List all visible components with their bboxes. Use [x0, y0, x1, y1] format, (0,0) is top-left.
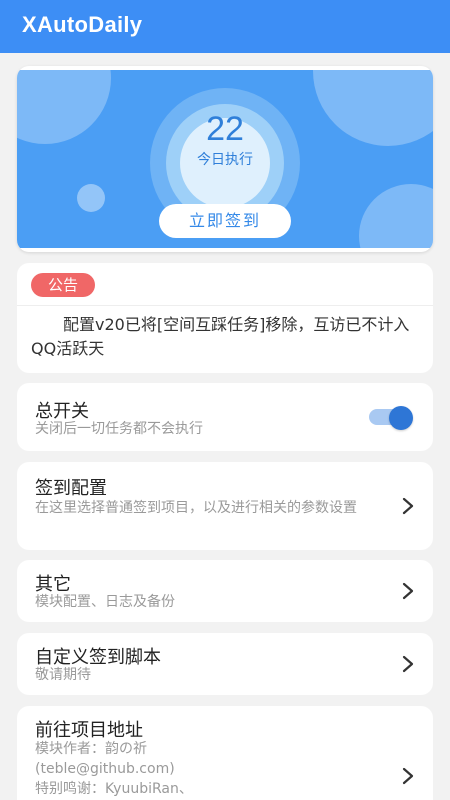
menu-item-custom-script[interactable]: 自定义签到脚本 敬请期待 [17, 633, 433, 695]
chevron-right-icon [402, 497, 414, 515]
menu-item-subtitle: 模块作者：韵の祈 (teble@github.com) 特别鸣谢：KyuubiR… [35, 741, 193, 797]
checkin-card: 22 今日执行 立即签到 [17, 66, 433, 252]
app-title: XAutoDaily [22, 12, 143, 37]
master-switch-card[interactable]: 总开关 关闭后一切任务都不会执行 [17, 383, 433, 451]
menu-item-subtitle: 敬请期待 [35, 667, 91, 683]
decor-bubble [313, 70, 433, 146]
chevron-right-icon [402, 655, 414, 673]
menu-item-subtitle: 在这里选择普通签到项目，以及进行相关的参数设置 [35, 500, 357, 516]
menu-item-project-url[interactable]: 前往项目地址 模块作者：韵の祈 (teble@github.com) 特别鸣谢：… [17, 706, 433, 800]
app-bar: XAutoDaily [0, 0, 450, 53]
notice-badge: 公告 [31, 273, 95, 297]
divider [17, 305, 433, 306]
daily-run-count: 22 [206, 110, 244, 148]
notice-text: 配置v20已将[空间互踩任务]移除，互访已不计入QQ活跃天 [31, 315, 410, 358]
master-switch-subtitle: 关闭后一切任务都不会执行 [35, 421, 203, 437]
chevron-right-icon [402, 582, 414, 600]
menu-item-other[interactable]: 其它 模块配置、日志及备份 [17, 560, 433, 622]
checkin-now-button[interactable]: 立即签到 [159, 204, 291, 238]
menu-item-checkin-config[interactable]: 签到配置 在这里选择普通签到项目，以及进行相关的参数设置 [17, 462, 433, 550]
decor-bubble [77, 184, 105, 212]
checkin-banner: 22 今日执行 立即签到 [17, 70, 433, 248]
master-switch-toggle[interactable] [389, 406, 413, 430]
decor-bubble [359, 184, 433, 248]
menu-item-subtitle: 模块配置、日志及备份 [35, 594, 175, 610]
daily-run-label: 今日执行 [197, 152, 253, 168]
chevron-right-icon [402, 767, 414, 785]
decor-bubble [17, 70, 111, 144]
notice-card: 公告 配置v20已将[空间互踩任务]移除，互访已不计入QQ活跃天 [17, 263, 433, 373]
menu-item-title: 签到配置 [35, 478, 107, 499]
